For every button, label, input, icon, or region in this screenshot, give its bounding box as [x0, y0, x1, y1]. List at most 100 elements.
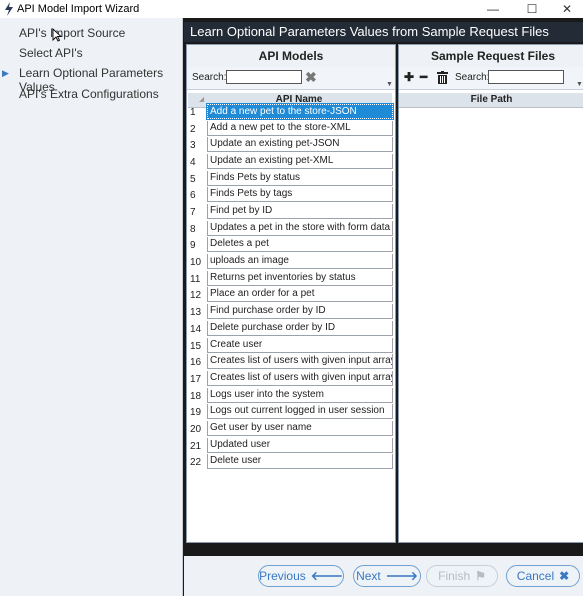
window-title: API Model Import Wizard: [17, 3, 140, 15]
table-row[interactable]: 2 Add a new pet to the store-XML: [188, 120, 394, 137]
api-name-cell[interactable]: Find pet by ID: [207, 204, 393, 220]
api-name-cell[interactable]: Create user: [207, 337, 393, 353]
finish-button[interactable]: Finish ⚑: [426, 565, 498, 587]
api-name-cell[interactable]: uploads an image: [207, 254, 393, 270]
api-models-panel: API Models Search: ✖ ▼ ◢ API Name 1 Add a…: [186, 44, 396, 543]
row-number: 4: [190, 157, 196, 169]
table-row[interactable]: 18 Logs user into the system: [188, 387, 394, 404]
table-row[interactable]: 17 Creates list of users with given input…: [188, 370, 394, 387]
row-number: 12: [190, 290, 202, 302]
row-number: 15: [190, 340, 202, 352]
api-search-label: Search:: [192, 72, 227, 83]
cancel-x-icon: ✖: [559, 569, 570, 583]
api-models-toolbar: Search: ✖ ▼: [187, 67, 395, 90]
table-row[interactable]: 11 Returns pet inventories by status: [188, 270, 394, 287]
arrow-right-icon: 🡒: [385, 569, 418, 583]
row-number: 19: [190, 407, 202, 419]
table-row[interactable]: 8 Updates a pet in the store with form da…: [188, 220, 394, 237]
api-name-cell[interactable]: Logs out current logged in user session: [207, 404, 393, 420]
table-row[interactable]: 7 Find pet by ID: [188, 204, 394, 220]
row-number: 13: [190, 307, 202, 319]
sample-files-toolbar: ✚ ━ Search: ▼: [399, 67, 583, 90]
api-name-cell[interactable]: Add a new pet to the store-JSON: [206, 103, 394, 120]
file-search-input[interactable]: [488, 70, 564, 84]
table-row[interactable]: 10 uploads an image: [188, 254, 394, 270]
row-number: 10: [190, 257, 202, 269]
toolbar-overflow-icon[interactable]: ▼: [386, 81, 393, 88]
row-number: 7: [190, 207, 196, 219]
table-row[interactable]: 19 Logs out current logged in user sessio…: [188, 404, 394, 420]
page-title: Learn Optional Parameters Values from Sa…: [184, 22, 583, 42]
sample-files-panel: Sample Request Files ✚ ━ Search: ▼ File …: [398, 44, 583, 543]
table-row[interactable]: 20 Get user by user name: [188, 420, 394, 437]
app-lightning-icon: [5, 2, 13, 16]
finish-label: Finish: [438, 569, 471, 583]
minimize-button[interactable]: —: [475, 0, 511, 18]
table-row[interactable]: 15 Create user: [188, 337, 394, 354]
maximize-button[interactable]: ☐: [514, 0, 550, 18]
wizard-steps-sidebar: API's Import Source Select API's ▶ Learn…: [0, 18, 183, 596]
table-row[interactable]: 3 Update an existing pet-JSON: [188, 137, 394, 153]
api-name-cell[interactable]: Get user by user name: [207, 420, 393, 436]
api-name-cell[interactable]: Add a new pet to the store-XML: [207, 120, 393, 136]
api-name-cell[interactable]: Creates list of users with given input a…: [207, 354, 393, 370]
api-name-cell[interactable]: Update an existing pet-XML: [207, 154, 393, 170]
arrow-left-icon: 🡐: [310, 569, 343, 583]
api-name-cell[interactable]: Finds Pets by tags: [207, 187, 393, 203]
api-name-cell[interactable]: Logs user into the system: [207, 387, 393, 403]
api-name-cell[interactable]: Place an order for a pet: [207, 287, 393, 303]
previous-label: Previous: [259, 569, 306, 583]
table-row[interactable]: 22 Delete user: [188, 454, 394, 470]
api-name-cell[interactable]: Delete purchase order by ID: [207, 320, 393, 336]
row-number: 17: [190, 373, 202, 385]
remove-file-icon[interactable]: ━: [420, 70, 427, 84]
clear-search-icon[interactable]: ✖: [305, 70, 317, 84]
row-number: 11: [190, 273, 201, 285]
close-window-button[interactable]: ✕: [549, 0, 583, 18]
table-row[interactable]: 12 Place an order for a pet: [188, 287, 394, 303]
row-number: 18: [190, 390, 202, 402]
api-name-cell[interactable]: Updates a pet in the store with form dat…: [207, 220, 393, 236]
add-file-icon[interactable]: ✚: [404, 70, 414, 84]
active-step-arrow-icon: ▶: [2, 68, 9, 78]
api-name-cell[interactable]: Creates list of users with given input a…: [207, 370, 393, 386]
step-extra-configurations[interactable]: API's Extra Configurations: [19, 87, 159, 101]
mouse-cursor-icon: [52, 28, 62, 42]
row-number: 14: [190, 323, 202, 335]
row-number: 22: [190, 457, 202, 469]
row-number: 1: [190, 107, 196, 118]
file-path-column-header[interactable]: File Path: [399, 93, 583, 108]
title-bar: API Model Import Wizard — ☐ ✕: [0, 0, 583, 18]
table-row[interactable]: 13 Find purchase order by ID: [188, 304, 394, 320]
api-name-cell[interactable]: Delete user: [207, 454, 393, 470]
table-row[interactable]: 21 Updated user: [188, 437, 394, 454]
row-number: 16: [190, 357, 202, 369]
api-name-cell[interactable]: Finds Pets by status: [207, 170, 393, 186]
table-row[interactable]: 9 Deletes a pet: [188, 237, 394, 253]
next-button[interactable]: Next 🡒: [353, 565, 421, 587]
file-toolbar-overflow-icon[interactable]: ▼: [576, 81, 583, 88]
delete-all-trash-icon[interactable]: [437, 71, 448, 84]
row-number: 6: [190, 190, 196, 202]
table-row[interactable]: 1 Add a new pet to the store-JSON: [188, 103, 394, 120]
previous-button[interactable]: Previous 🡐: [258, 565, 344, 587]
step-select-apis[interactable]: Select API's: [19, 46, 83, 60]
step-import-source[interactable]: API's Import Source: [19, 26, 125, 40]
table-row[interactable]: 5 Finds Pets by status: [188, 170, 394, 187]
table-row[interactable]: 14 Delete purchase order by ID: [188, 320, 394, 337]
table-row[interactable]: 16 Creates list of users with given input…: [188, 354, 394, 370]
api-name-cell[interactable]: Find purchase order by ID: [207, 304, 393, 320]
row-number: 2: [190, 123, 196, 135]
api-name-cell[interactable]: Updated user: [207, 437, 393, 453]
row-number: 20: [190, 423, 202, 435]
api-name-cell[interactable]: Returns pet inventories by status: [207, 270, 393, 286]
file-search-label: Search:: [455, 72, 490, 83]
row-number: 8: [190, 223, 196, 235]
table-row[interactable]: 6 Finds Pets by tags: [188, 187, 394, 203]
api-name-cell[interactable]: Deletes a pet: [207, 237, 393, 253]
table-row[interactable]: 4 Update an existing pet-XML: [188, 154, 394, 170]
cancel-button[interactable]: Cancel ✖: [506, 565, 580, 587]
api-search-input[interactable]: [226, 70, 302, 84]
api-name-cell[interactable]: Update an existing pet-JSON: [207, 137, 393, 153]
next-label: Next: [356, 569, 381, 583]
